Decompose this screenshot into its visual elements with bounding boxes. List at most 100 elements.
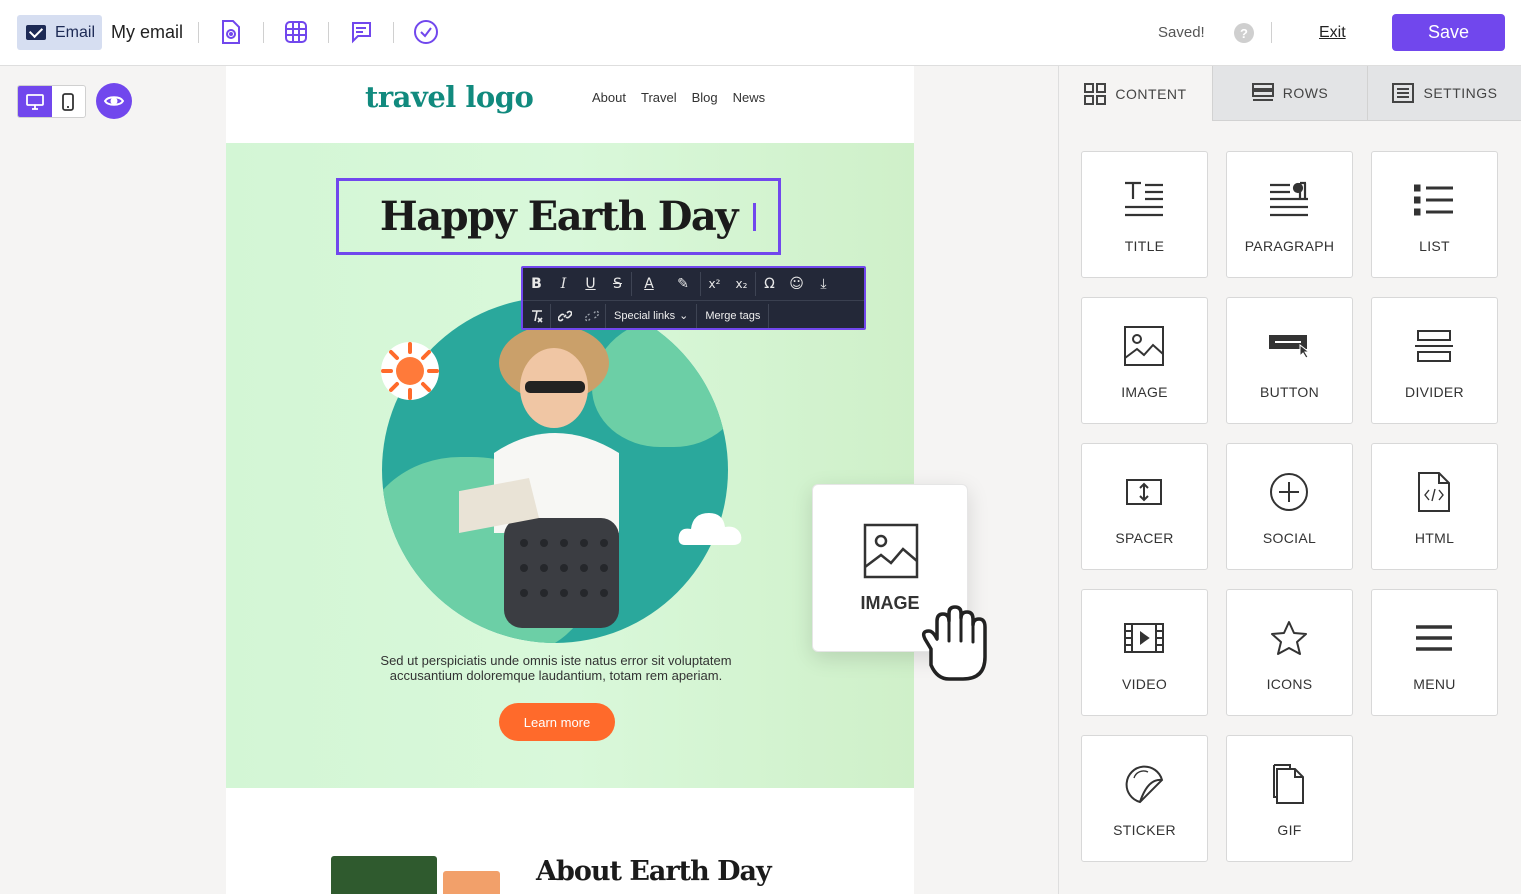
block-label: VIDEO (1121, 676, 1168, 692)
special-chars-button[interactable]: Ω (756, 270, 783, 298)
saved-status: Saved! (1158, 24, 1205, 41)
divider (328, 22, 329, 43)
builder-side-panel: CONTENT ROWS SETTINGS TITLE PARAGRAPH LI… (1058, 66, 1521, 894)
hero-body-text[interactable]: Sed ut perspiciatis unde omnis iste natu… (226, 653, 886, 683)
rows-icon (1251, 83, 1274, 101)
content-block-sticker[interactable]: STICKER (1081, 735, 1208, 862)
content-block-social[interactable]: SOCIAL (1226, 443, 1353, 570)
email-type-chip[interactable]: Email (17, 15, 102, 50)
travel-logo[interactable]: travel logo (365, 80, 534, 114)
content-block-spacer[interactable]: SPACER (1081, 443, 1208, 570)
clear-format-icon[interactable] (523, 302, 550, 330)
block-label: PARAGRAPH (1244, 238, 1335, 254)
subscript-button[interactable]: x₂ (728, 270, 755, 298)
nav-link-travel[interactable]: Travel (641, 90, 677, 105)
learn-more-button[interactable]: Learn more (499, 703, 615, 741)
content-blocks-grid: TITLE PARAGRAPH LIST IMAGE BUTTON DIVIDE… (1081, 151, 1498, 862)
email-icon (26, 25, 46, 40)
image-icon (1120, 322, 1168, 370)
highlight-color-button[interactable]: ✎ (666, 270, 700, 298)
emoji-button[interactable]: ☺ (783, 270, 810, 298)
grab-cursor-icon (921, 605, 987, 681)
file-settings-icon[interactable] (217, 18, 245, 46)
check-circle-icon[interactable] (412, 18, 440, 46)
divider (393, 22, 394, 43)
chevron-down-icon: ⌄ (679, 310, 689, 322)
text-format-toolbar: B I U S A ✎ x² x₂ Ω ☺ ⤓ Special links ⌄ … (521, 266, 866, 330)
document-name[interactable]: My email (111, 22, 183, 43)
content-block-title[interactable]: TITLE (1081, 151, 1208, 278)
eye-icon[interactable] (96, 83, 132, 119)
save-button[interactable]: Save (1392, 14, 1505, 51)
block-label: DIVIDER (1405, 384, 1464, 400)
block-label: SPACER (1115, 530, 1174, 546)
video-icon (1120, 614, 1168, 662)
divider (263, 22, 264, 43)
nav-link-news[interactable]: News (733, 90, 766, 105)
hero-title-block[interactable]: Happy Earth Day (336, 178, 781, 255)
desktop-icon[interactable] (18, 86, 52, 117)
star-icon (1265, 614, 1313, 662)
hero-title[interactable]: Happy Earth Day (380, 193, 739, 240)
email-canvas: travel logo About Travel Blog News Happy… (226, 66, 914, 894)
device-view-toggle (17, 85, 86, 118)
merge-tags-label: Merge tags (705, 309, 761, 322)
content-block-html[interactable]: HTML (1371, 443, 1498, 570)
html-icon (1410, 468, 1458, 516)
underline-button[interactable]: U (577, 270, 604, 298)
mobile-icon[interactable] (52, 86, 86, 117)
merge-tags-dropdown[interactable]: Merge tags (697, 302, 768, 330)
nav-link-about[interactable]: About (592, 90, 626, 105)
paragraph-icon (1265, 176, 1313, 224)
bold-button[interactable]: B (523, 270, 550, 298)
gif-icon (1265, 760, 1313, 808)
section-title[interactable]: About Earth Day (536, 856, 772, 887)
tab-content[interactable]: CONTENT (1059, 66, 1212, 121)
link-icon[interactable] (551, 302, 578, 330)
comment-icon[interactable] (347, 18, 375, 46)
font-color-button[interactable]: A (632, 270, 666, 298)
strikethrough-button[interactable]: S (604, 270, 631, 298)
list-icon (1410, 176, 1458, 224)
unlink-icon[interactable] (578, 302, 605, 330)
panel-tabs: CONTENT ROWS SETTINGS (1059, 66, 1521, 121)
help-icon[interactable]: ? (1234, 23, 1254, 43)
sticker-icon (1120, 760, 1168, 808)
block-label: SOCIAL (1262, 530, 1317, 546)
insert-button[interactable]: ⤓ (810, 270, 837, 298)
tab-settings[interactable]: SETTINGS (1367, 66, 1521, 121)
hero-body-line-2: accusantium doloremque laudantium, totam… (389, 668, 723, 683)
nav-link-blog[interactable]: Blog (692, 90, 718, 105)
content-block-menu[interactable]: MENU (1371, 589, 1498, 716)
email-chip-label: Email (55, 23, 96, 41)
divider (1271, 22, 1272, 43)
social-icon (1265, 468, 1313, 516)
content-block-list[interactable]: LIST (1371, 151, 1498, 278)
spacer-icon (1120, 468, 1168, 516)
image-icon (863, 523, 919, 579)
title-icon (1120, 176, 1168, 224)
italic-button[interactable]: I (550, 270, 577, 298)
cloud-sticker (678, 513, 742, 545)
exit-link[interactable]: Exit (1319, 24, 1346, 42)
content-block-gif[interactable]: GIF (1226, 735, 1353, 862)
grid-icon (1084, 82, 1107, 105)
hero-section[interactable]: Happy Earth Day B I U S A ✎ x² x₂ Ω ☺ ⤓ (226, 143, 914, 788)
divider-icon (1410, 322, 1458, 370)
tab-content-label: CONTENT (1115, 85, 1187, 102)
tab-rows[interactable]: ROWS (1212, 66, 1367, 121)
content-block-divider[interactable]: DIVIDER (1371, 297, 1498, 424)
content-block-paragraph[interactable]: PARAGRAPH (1226, 151, 1353, 278)
special-links-dropdown[interactable]: Special links ⌄ (606, 302, 696, 330)
top-bar: Email My email Saved! ? Exit Save (0, 0, 1521, 66)
grid-icon[interactable] (282, 18, 310, 46)
block-label: HTML (1414, 530, 1455, 546)
content-block-image[interactable]: IMAGE (1081, 297, 1208, 424)
block-label: GIF (1277, 822, 1302, 838)
content-block-icons[interactable]: ICONS (1226, 589, 1353, 716)
content-block-button[interactable]: BUTTON (1226, 297, 1353, 424)
superscript-button[interactable]: x² (701, 270, 728, 298)
block-label: BUTTON (1259, 384, 1320, 400)
content-block-video[interactable]: VIDEO (1081, 589, 1208, 716)
email-nav: About Travel Blog News (592, 90, 765, 105)
